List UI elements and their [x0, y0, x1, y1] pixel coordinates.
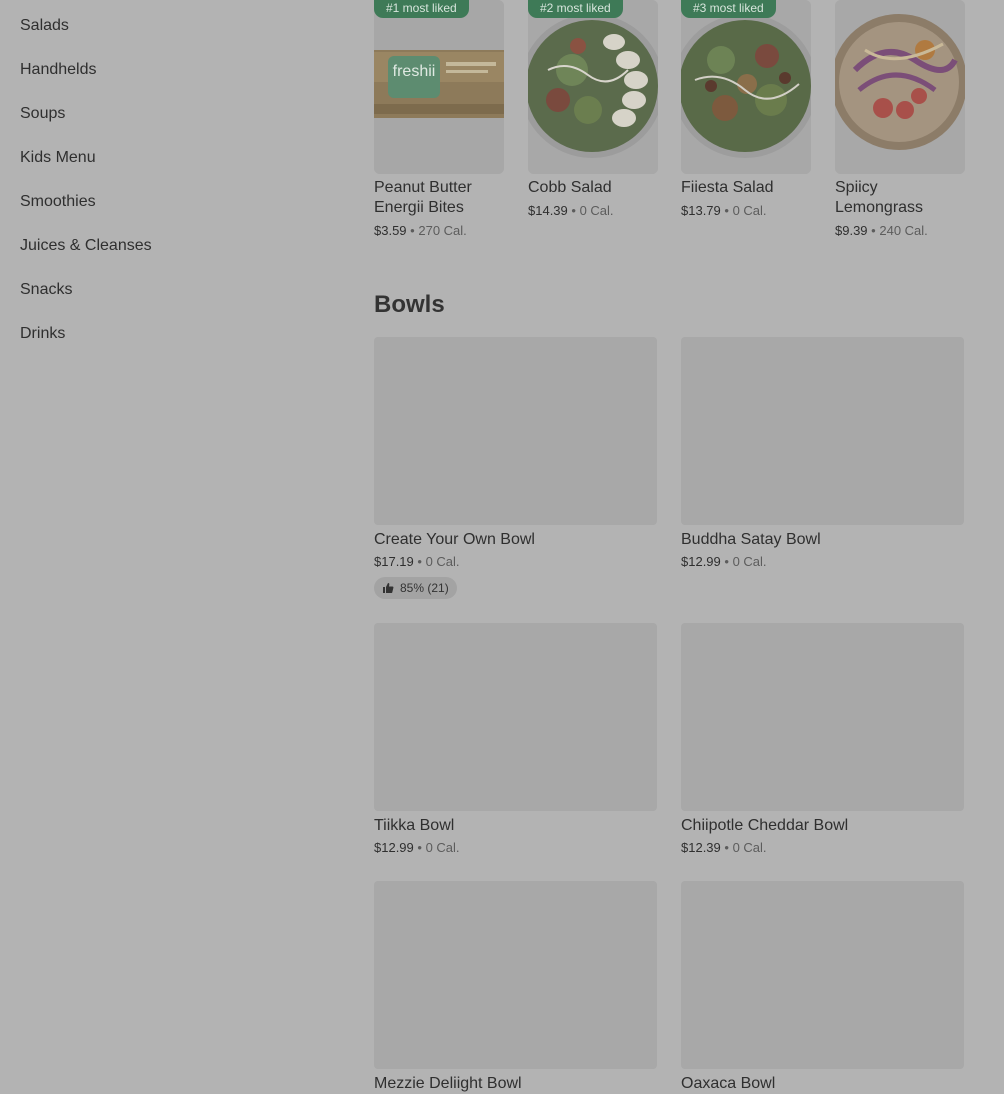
meta-separator: •	[417, 840, 422, 855]
product-meta: $12.99 • 0 Cal.	[681, 553, 964, 571]
sidebar-item-handhelds[interactable]: Handhelds	[20, 58, 320, 102]
meta-separator: •	[724, 554, 729, 569]
product-image-placeholder	[681, 881, 964, 1069]
energii-bites-package-image: freshii	[374, 0, 504, 174]
product-image-placeholder	[681, 623, 964, 811]
meta-separator: •	[571, 203, 576, 218]
section-title-bowls: Bowls	[374, 291, 445, 318]
cobb-salad-image	[528, 0, 658, 174]
bowl-card-chiipotle-cheddar-bowl[interactable]: Chiipotle Cheddar Bowl $12.39 • 0 Cal.	[681, 623, 964, 857]
most-liked-badge: #1 most liked	[374, 0, 469, 18]
product-price: $13.79	[681, 203, 721, 218]
product-price: $17.19	[374, 554, 414, 569]
product-calories: 0 Cal.	[579, 203, 614, 218]
product-image-placeholder	[374, 881, 657, 1069]
bowl-card-create-your-own-bowl[interactable]: Create Your Own Bowl $17.19 • 0 Cal. 85%…	[374, 337, 657, 599]
thumbs-up-icon	[383, 583, 394, 593]
fiiesta-salad-image	[681, 0, 811, 174]
product-name: Create Your Own Bowl	[374, 531, 535, 548]
product-price: $12.39	[681, 840, 721, 855]
product-image-placeholder	[681, 337, 964, 525]
product-image	[681, 0, 811, 174]
bowl-card-buddha-satay-bowl[interactable]: Buddha Satay Bowl $12.99 • 0 Cal.	[681, 337, 964, 571]
spiicy-lemongrass-image	[835, 0, 965, 174]
product-name: Buddha Satay Bowl	[681, 531, 821, 548]
product-image	[528, 0, 658, 174]
meta-separator: •	[410, 223, 415, 238]
sidebar-item-smoothies[interactable]: Smoothies	[20, 190, 320, 234]
product-calories: 0 Cal.	[425, 840, 460, 855]
product-image-placeholder	[374, 337, 657, 525]
most-liked-badge: #3 most liked	[681, 0, 776, 18]
sidebar-item-snacks[interactable]: Snacks	[20, 278, 320, 322]
product-price: $14.39	[528, 203, 568, 218]
rating-badge: 85% (21)	[374, 577, 457, 599]
sidebar-item-juices-cleanses[interactable]: Juices & Cleanses	[20, 234, 320, 278]
product-image	[835, 0, 965, 174]
sidebar-item-salads[interactable]: Salads	[20, 14, 320, 58]
product-meta: $13.79 • 0 Cal.	[681, 202, 767, 220]
bowl-card-tiikka-bowl[interactable]: Tiikka Bowl $12.99 • 0 Cal.	[374, 623, 657, 857]
product-calories: 240 Cal.	[879, 223, 928, 238]
product-meta: $12.39 • 0 Cal.	[681, 839, 964, 857]
product-image: freshii	[374, 0, 504, 174]
product-name: Oaxaca Bowl	[681, 1075, 776, 1092]
product-meta: $3.59 • 270 Cal.	[374, 222, 467, 240]
bowl-card-oaxaca-bowl[interactable]: Oaxaca Bowl	[681, 881, 964, 1094]
sidebar-item-drinks[interactable]: Drinks	[20, 322, 320, 366]
product-price: $3.59	[374, 223, 407, 238]
product-image-placeholder	[374, 623, 657, 811]
most-liked-badge: #2 most liked	[528, 0, 623, 18]
product-price: $9.39	[835, 223, 868, 238]
product-name: Tiikka Bowl	[374, 817, 455, 834]
product-meta: $14.39 • 0 Cal.	[528, 202, 614, 220]
product-meta: $12.99 • 0 Cal.	[374, 839, 657, 857]
product-name: Spiicy Lemongrass	[835, 179, 924, 216]
product-calories: 0 Cal.	[732, 840, 767, 855]
meta-separator: •	[417, 554, 422, 569]
meta-separator: •	[724, 203, 729, 218]
product-calories: 0 Cal.	[732, 203, 767, 218]
product-calories: 270 Cal.	[418, 223, 467, 238]
meta-separator: •	[724, 840, 729, 855]
freshii-logo-text: freshii	[393, 63, 436, 80]
product-calories: 0 Cal.	[732, 554, 767, 569]
product-name: Peanut Butter Energii Bites	[374, 179, 472, 216]
rating-text: 85% (21)	[400, 581, 449, 595]
product-name: Mezzie Deliight Bowl	[374, 1075, 522, 1092]
product-price: $12.99	[681, 554, 721, 569]
product-name: Chiipotle Cheddar Bowl	[681, 817, 849, 834]
bowl-card-mezzie-deliight-bowl[interactable]: Mezzie Deliight Bowl	[374, 881, 657, 1094]
product-meta: $9.39 • 240 Cal.	[835, 222, 928, 240]
product-name: Cobb Salad	[528, 179, 612, 196]
sidebar-item-kids-menu[interactable]: Kids Menu	[20, 146, 320, 190]
category-sidebar: Salads Handhelds Soups Kids Menu Smoothi…	[20, 14, 320, 366]
meta-separator: •	[871, 223, 876, 238]
product-name: Fiiesta Salad	[681, 179, 774, 196]
product-calories: 0 Cal.	[425, 554, 460, 569]
product-price: $12.99	[374, 840, 414, 855]
product-meta: $17.19 • 0 Cal.	[374, 553, 657, 571]
sidebar-item-soups[interactable]: Soups	[20, 102, 320, 146]
